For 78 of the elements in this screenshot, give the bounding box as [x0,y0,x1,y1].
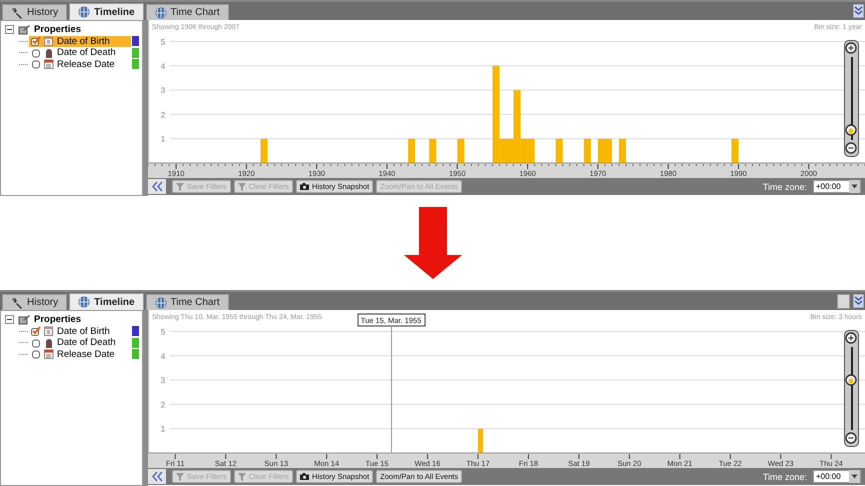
tombstone-icon [44,338,54,348]
tree-root-label[interactable]: Properties [34,24,81,36]
funnel-icon [176,472,184,480]
tab[interactable]: History [2,4,68,20]
zoom-slider[interactable] [844,40,859,157]
y-tick: 5 [160,328,166,336]
time-zone-label: Time zone: [762,472,807,482]
checkbox-icon[interactable] [31,349,41,360]
calendar-icon [44,349,54,360]
collapse-tree-icon[interactable] [5,315,14,324]
time-ruler[interactable] [148,453,865,468]
time-ruler[interactable] [148,163,865,178]
zoom-thumb-icon[interactable] [845,124,858,138]
y-tick: 3 [160,86,166,96]
y-tick: 3 [160,376,166,386]
tools-icon [11,296,23,308]
tab[interactable]: History [2,294,68,310]
funnel-icon [176,182,184,190]
tab[interactable]: Time Chart [146,294,229,310]
collapse-tree-icon[interactable] [5,25,14,34]
camera-icon [300,473,310,480]
zoom-slider[interactable] [844,330,859,447]
y-tick: 2 [160,110,166,120]
tools-icon [11,6,23,18]
tab[interactable]: Timeline [69,3,144,20]
tree-item[interactable]: Release Date [29,348,131,360]
calendar-icon [44,59,54,70]
dropdown-caret-icon[interactable] [849,180,860,193]
properties-icon [18,24,30,36]
bar [556,138,563,163]
calendar-icon [44,326,54,336]
bar [429,138,436,163]
tree-item[interactable]: Date of Birth [29,326,131,337]
bar [408,138,416,163]
tab[interactable]: Timeline [69,293,144,310]
window-button[interactable] [837,294,850,308]
checkbox-icon[interactable] [31,48,41,58]
y-tick: 4 [160,62,166,71]
time-zone-label: Time zone: [762,182,807,192]
collapse-icon[interactable] [853,294,864,308]
collapse-left-icon[interactable] [148,469,166,484]
zoom-in-icon[interactable] [845,42,858,55]
bar [478,428,483,453]
globe-icon [78,6,90,18]
time-zone-dropdown[interactable]: +00:00 [813,180,861,193]
y-tick: 1 [160,424,166,434]
y-tick: 5 [160,38,166,46]
y-tick: 2 [160,400,166,410]
zoom-in-icon[interactable] [845,332,858,345]
funnel-icon [238,472,246,480]
y-tick: 4 [160,352,166,361]
tree-item[interactable]: Date of Death [29,47,131,58]
collapse-left-icon[interactable] [148,179,166,194]
checkbox-icon[interactable] [31,59,41,70]
down-arrow-icon [404,207,462,279]
tree-item[interactable]: Date of Birth [29,36,131,47]
y-tick: 1 [160,134,166,144]
zoom-thumb-icon[interactable] [845,374,858,387]
funnel-icon [238,182,246,190]
tree-item[interactable]: Release Date [29,58,131,70]
zoom-out-icon[interactable] [845,142,858,155]
camera-icon [300,183,310,190]
time-zone-dropdown[interactable]: +00:00 [813,470,861,483]
calendar-icon [44,36,54,46]
tree-root-label[interactable]: Properties [34,314,81,326]
tree-item[interactable]: Date of Death [29,337,131,348]
checked-checkbox-icon[interactable] [31,36,41,46]
dropdown-caret-icon[interactable] [849,470,860,483]
zoom-out-icon[interactable] [845,432,858,445]
tombstone-icon [44,48,54,58]
checkbox-icon[interactable] [31,338,41,348]
tab[interactable]: Time Chart [146,4,229,20]
collapse-icon[interactable] [853,4,864,18]
checked-checkbox-icon[interactable] [31,326,41,336]
globe-icon [154,296,167,308]
globe-icon [78,296,90,308]
properties-icon [18,314,30,326]
globe-icon [154,6,167,18]
